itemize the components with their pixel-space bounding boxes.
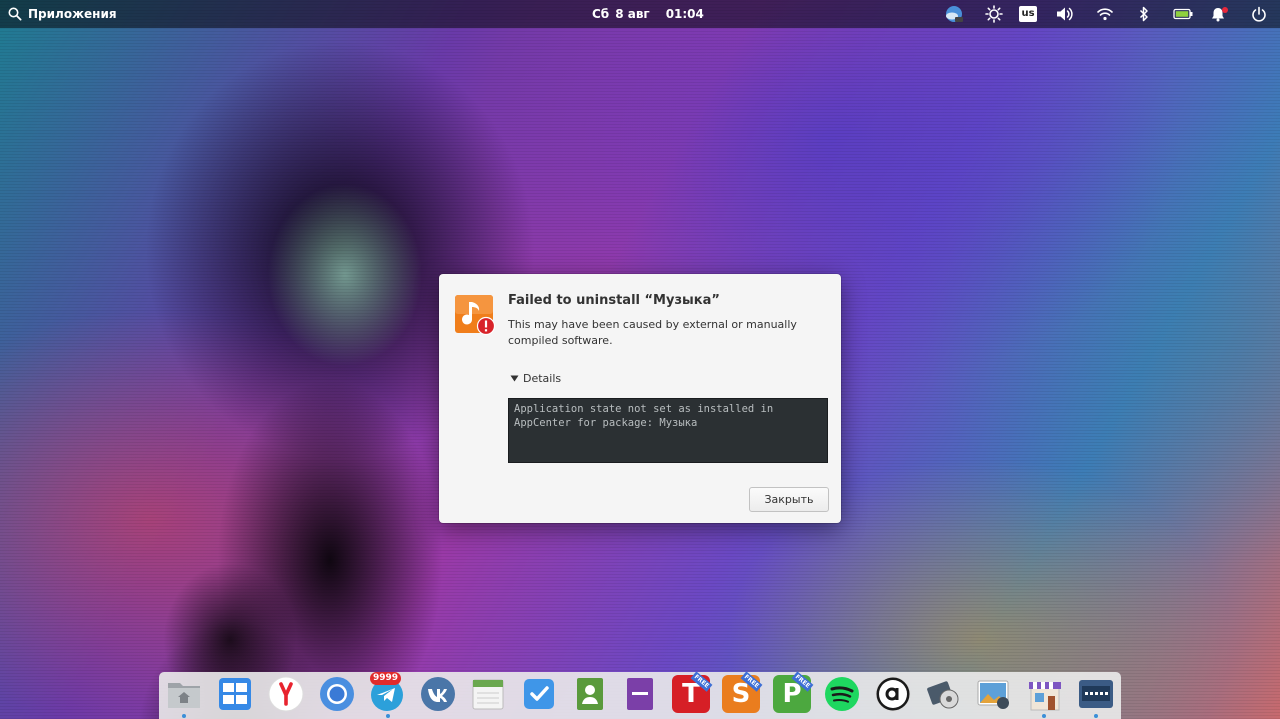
dock-item-amazon[interactable] [874, 675, 912, 713]
details-expander[interactable]: Details [510, 372, 561, 385]
expander-arrow-down-icon [510, 375, 519, 382]
datetime-indicator[interactable]: Сб 8 авг 01:04 [592, 0, 704, 28]
clock-time: 01:04 [665, 7, 704, 21]
dock-item-notes[interactable] [621, 675, 659, 713]
notifications-icon [1212, 7, 1228, 22]
notifications-indicator[interactable] [1209, 4, 1231, 24]
dock-item-vk[interactable] [419, 675, 457, 713]
dock-item-files[interactable] [165, 675, 203, 713]
yandex-icon [268, 676, 304, 712]
details-label: Details [523, 372, 562, 385]
telegram-unread-badge: 9999 [370, 672, 402, 685]
dock-item-photos[interactable] [975, 675, 1013, 713]
battery-icon [1173, 8, 1193, 20]
spotify-icon [825, 677, 859, 711]
power-icon [1252, 6, 1266, 22]
multitasking-icon [219, 678, 251, 710]
photos-icon [977, 680, 1009, 709]
bluetooth-icon [1139, 6, 1148, 22]
close-button[interactable]: Закрыть [749, 487, 829, 512]
running-indicator [386, 714, 390, 718]
top-panel: Приложения Сб 8 авг 01:04 us [0, 0, 1280, 28]
dock-item-telegram[interactable]: 9999 [368, 672, 406, 713]
dock-item-appcenter[interactable] [1026, 675, 1064, 713]
network-indicator[interactable] [1094, 4, 1116, 24]
power-status-indicator[interactable] [1172, 4, 1194, 24]
appcenter-icon [1029, 682, 1061, 711]
terminal-icon [1079, 680, 1113, 708]
applications-menu-button[interactable]: Приложения [8, 0, 117, 28]
dock-item-spotify[interactable] [823, 675, 861, 713]
brightness-indicator[interactable] [983, 4, 1005, 24]
sound-indicator[interactable] [1054, 4, 1076, 24]
uninstall-error-dialog: Failed to uninstall “Музыка” This may ha… [439, 274, 841, 523]
dock-item-video-editor[interactable] [925, 675, 963, 713]
dock-item-terminal[interactable] [1077, 675, 1115, 713]
files-icon [168, 683, 200, 708]
chromium-icon [320, 677, 354, 711]
notes-icon [627, 678, 653, 710]
dock-item-contacts[interactable] [571, 675, 609, 713]
dialog-description: This may have been caused by external or… [508, 318, 797, 347]
weather-icon [946, 6, 963, 22]
video-editor-icon [927, 681, 959, 709]
music-app-error-icon [455, 295, 496, 336]
search-icon [8, 7, 22, 21]
keyboard-layout-label: us [1019, 6, 1037, 22]
amazon-icon [875, 676, 911, 712]
clock-date: 8 авг [615, 7, 650, 21]
brightness-icon [985, 5, 1003, 23]
dock-item-wps-spreadsheets[interactable]: S FREE [722, 671, 763, 713]
dialog-title: Failed to uninstall “Музыка” [508, 293, 720, 308]
details-text-view[interactable]: Application state not set as installed i… [508, 398, 828, 463]
contacts-icon [577, 678, 603, 710]
applications-menu-label: Приложения [28, 7, 117, 21]
keyboard-layout-indicator[interactable]: us [1017, 4, 1039, 24]
dock-item-tasks[interactable] [520, 675, 558, 713]
dock-item-calendar[interactable] [469, 675, 507, 713]
bluetooth-indicator[interactable] [1133, 4, 1155, 24]
running-indicator [1042, 714, 1046, 718]
volume-icon [1057, 7, 1073, 21]
running-indicator [182, 714, 186, 718]
wifi-icon [1097, 8, 1113, 21]
calendar-icon [472, 679, 504, 710]
dock-item-chromium[interactable] [318, 675, 356, 713]
clock-day: Сб [592, 7, 610, 21]
session-indicator[interactable] [1248, 4, 1270, 24]
running-indicator [1094, 714, 1098, 718]
dock-item-wps-writer[interactable]: T FREE [672, 671, 713, 713]
vk-icon [421, 677, 455, 711]
weather-indicator[interactable] [943, 4, 965, 24]
dock-item-yandex-browser[interactable] [267, 675, 305, 713]
dock-item-multitasking-view[interactable] [216, 675, 254, 713]
tasks-icon [524, 679, 554, 709]
dock-item-wps-presentation[interactable]: P FREE [773, 671, 814, 713]
